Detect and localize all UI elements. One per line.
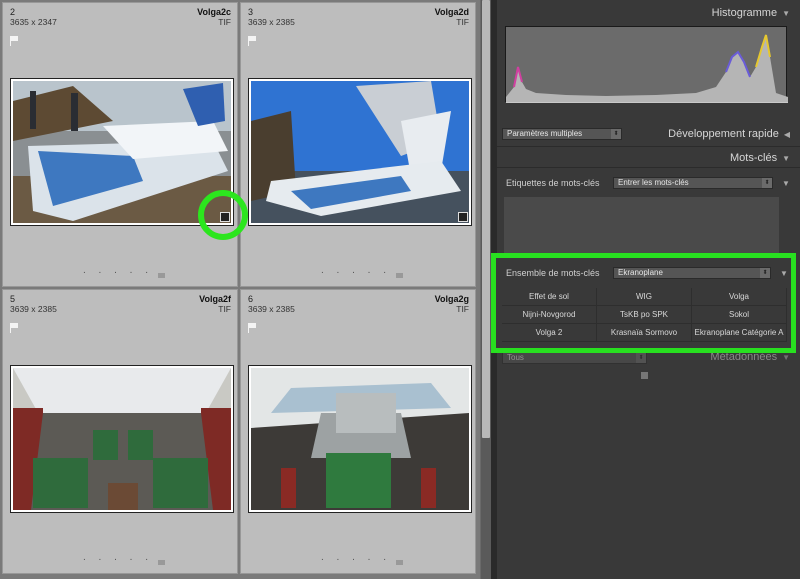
tags-select[interactable]: Entrer les mots-clés ⬍ [613, 177, 773, 189]
section-separator [497, 146, 800, 147]
label-square-icon[interactable] [158, 273, 165, 278]
grid-cell[interactable]: 3 3639 x 2385 Volga2d TIF . . . . . [240, 2, 476, 287]
scrollbar-thumb[interactable] [482, 0, 490, 438]
flag-icon[interactable] [10, 36, 19, 46]
metadata-select[interactable]: Tous ⬍ [502, 352, 647, 364]
filmstrip-grid: 2 3635 x 2347 Volga2c TIF . . . . . 3 36… [0, 0, 480, 579]
keyword-set-label: Ensemble de mots-clés [506, 268, 600, 278]
triangle-icon: ▼ [782, 353, 790, 362]
keyword-tags-area[interactable] [504, 197, 779, 255]
cell-filename: Volga2g [434, 294, 469, 304]
flag-icon[interactable] [248, 36, 257, 46]
dropdown-arrow-icon: ⬍ [636, 353, 646, 363]
label-square-icon[interactable] [396, 560, 403, 565]
cell-filename: Volga2d [434, 7, 469, 17]
keyword-button[interactable]: Nijni-Novgorod [502, 306, 597, 324]
triangle-icon: ▼ [782, 9, 790, 18]
cell-extension: TIF [218, 17, 231, 27]
section-separator [497, 167, 800, 168]
keywords-header[interactable]: Mots-clés ▼ [730, 152, 790, 164]
dropdown-arrow-icon: ⬍ [611, 129, 621, 139]
rating-dots[interactable]: . . . . . [321, 265, 391, 276]
keyword-button[interactable]: Ekranoplane Catégorie A [692, 324, 787, 342]
cell-dimensions: 3639 x 2385 [248, 304, 295, 314]
cell-dimensions: 3639 x 2385 [248, 17, 295, 27]
triangle-icon: ▼ [780, 269, 788, 278]
keyword-button[interactable]: Effet de sol [502, 288, 597, 306]
histogram-title: Histogramme [711, 7, 778, 19]
cell-dimensions: 3639 x 2385 [10, 304, 57, 314]
triangle-icon: ◀ [783, 130, 790, 139]
keyword-button[interactable]: Volga [692, 288, 787, 306]
keyword-button[interactable]: Volga 2 [502, 324, 597, 342]
rating-dots[interactable]: . . . . . [83, 265, 153, 276]
photo-thumbnail[interactable] [248, 365, 472, 513]
cell-index: 6 [248, 294, 254, 304]
cell-extension: TIF [218, 304, 231, 314]
flag-icon[interactable] [248, 323, 257, 333]
cell-index: 2 [10, 7, 16, 17]
quick-dev-title: Développement rapide [668, 128, 779, 140]
tags-select-value: Entrer les mots-clés [618, 178, 689, 187]
flag-icon[interactable] [10, 323, 19, 333]
quick-dev-select-value: Paramètres multiples [507, 129, 583, 138]
label-square-icon[interactable] [396, 273, 403, 278]
quick-dev-header[interactable]: Développement rapide ◀ [668, 128, 790, 140]
cell-extension: TIF [456, 304, 469, 314]
keyword-set-grid: Effet de sol WIG Volga Nijni-Novgorod Ts… [502, 288, 787, 343]
keyword-button[interactable]: TsKB po SPK [597, 306, 692, 324]
cell-filename: Volga2f [199, 294, 231, 304]
rating-dots[interactable]: . . . . . [83, 552, 153, 563]
photo-thumbnail[interactable] [248, 78, 472, 226]
cell-dimensions: 3635 x 2347 [10, 17, 57, 27]
cell-filename: Volga2c [197, 7, 231, 17]
photo-thumbnail[interactable] [10, 365, 234, 513]
histogram-header[interactable]: Histogramme ▼ [712, 7, 790, 19]
badge-icon[interactable] [458, 212, 468, 222]
keyword-set-select-value: Ekranoplane [618, 268, 663, 277]
cell-index: 3 [248, 7, 254, 17]
dropdown-arrow-icon: ⬍ [762, 178, 772, 188]
metadata-select-value: Tous [507, 353, 524, 362]
keyword-button[interactable]: Krasnaïa Sormovo [597, 324, 692, 342]
grid-cell[interactable]: 2 3635 x 2347 Volga2c TIF . . . . . [2, 2, 238, 287]
rating-dots[interactable]: . . . . . [321, 552, 391, 563]
dropdown-arrow-icon: ⬍ [760, 268, 770, 278]
triangle-icon: ▼ [782, 154, 790, 163]
highlight-circle [198, 190, 248, 240]
keywords-title: Mots-clés [730, 152, 778, 164]
cell-index: 5 [10, 294, 16, 304]
keyword-button[interactable]: Sokol [692, 306, 787, 324]
triangle-icon: ▼ [782, 179, 790, 188]
grid-scrollbar[interactable] [481, 0, 491, 579]
histogram-chart [505, 26, 788, 104]
tags-label: Etiquettes de mots-clés [506, 178, 600, 188]
panel-end-marker [641, 372, 648, 379]
grid-cell[interactable]: 5 3639 x 2385 Volga2f TIF . . . . . [2, 289, 238, 574]
keyword-button[interactable]: WIG [597, 288, 692, 306]
grid-cell[interactable]: 6 3639 x 2385 Volga2g TIF . . . . . [240, 289, 476, 574]
cell-extension: TIF [456, 17, 469, 27]
quick-dev-select[interactable]: Paramètres multiples ⬍ [502, 128, 622, 140]
keyword-set-select[interactable]: Ekranoplane ⬍ [613, 267, 771, 279]
label-square-icon[interactable] [158, 560, 165, 565]
keyword-set-section: Ensemble de mots-clés Ekranoplane ⬍ ▼ Eff… [491, 253, 796, 353]
